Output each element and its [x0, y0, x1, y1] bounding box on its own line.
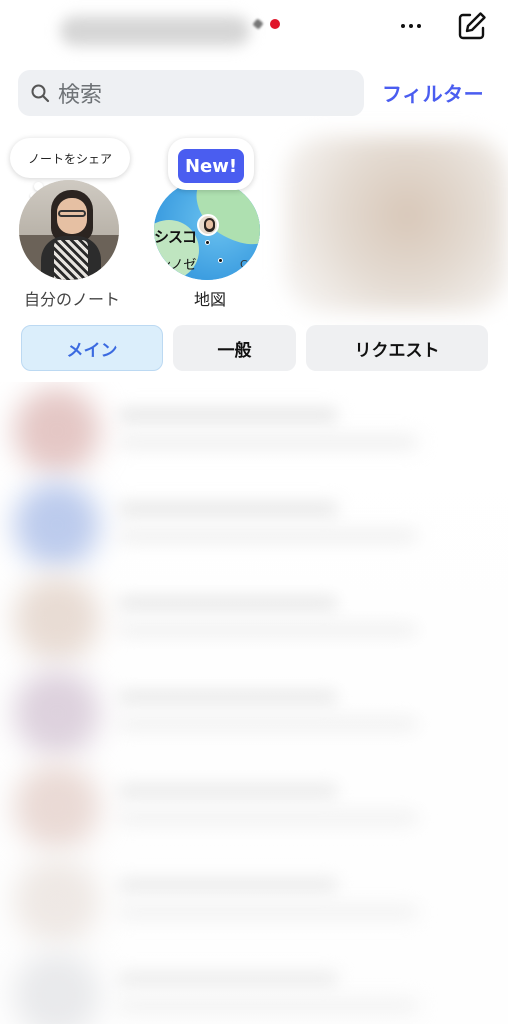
- list-blur-overlay: [0, 382, 508, 1024]
- unread-indicator-dot: [270, 19, 280, 29]
- account-switch-chevron-icon[interactable]: [252, 18, 264, 30]
- share-note-bubble[interactable]: ノートをシェア: [10, 138, 130, 178]
- tab-general[interactable]: 一般: [173, 325, 296, 371]
- map-point: [205, 240, 210, 245]
- filter-button[interactable]: フィルター: [382, 78, 484, 107]
- account-name-blurred[interactable]: [60, 16, 250, 46]
- map-avatar[interactable]: シスコ ンノゼ C: [154, 180, 260, 280]
- map-label: 地図: [193, 290, 226, 309]
- map-point: [218, 258, 223, 263]
- map-place-label-1: シスコ: [154, 228, 197, 246]
- compose-button[interactable]: [456, 10, 488, 42]
- message-list: [0, 382, 508, 1024]
- search-input[interactable]: 検索: [18, 70, 364, 116]
- more-options-button[interactable]: [396, 14, 426, 38]
- tab-requests[interactable]: リクエスト: [306, 325, 488, 371]
- new-badge: New!: [178, 149, 244, 183]
- map-place-label-2: ンノゼ: [158, 258, 197, 273]
- my-note-label: 自分のノート: [23, 290, 120, 309]
- header-bar: [0, 0, 508, 60]
- tab-main[interactable]: メイン: [21, 325, 163, 371]
- search-icon: [31, 84, 50, 103]
- compose-icon: [458, 12, 486, 40]
- map-location-pin-avatar: [197, 214, 219, 236]
- map-place-label-3: C: [240, 258, 248, 271]
- share-note-text: ノートをシェア: [27, 151, 112, 166]
- search-placeholder: 検索: [58, 83, 103, 108]
- my-note-avatar[interactable]: [19, 180, 119, 280]
- ellipsis-icon: [401, 24, 405, 28]
- friend-note-blurred[interactable]: [284, 136, 508, 312]
